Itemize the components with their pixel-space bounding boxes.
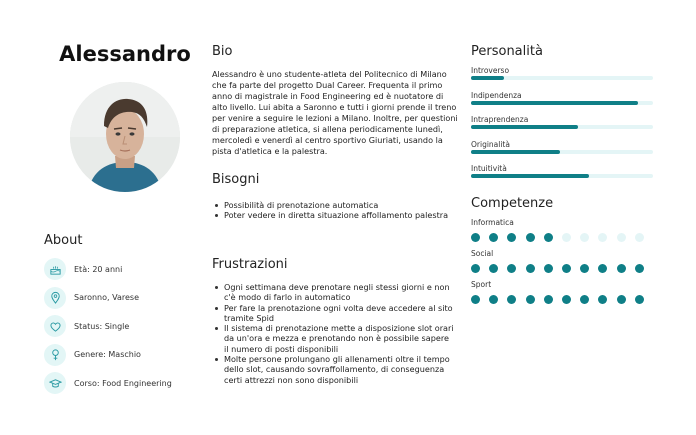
about-list: Età: 20 anni Saronno, Varese Status: Sin… xyxy=(44,255,224,398)
list-item: Possibilità di prenotazione automatica xyxy=(212,200,456,210)
about-item-label: Corso: Food Engineering xyxy=(74,378,172,388)
skill-dot-filled xyxy=(562,264,571,273)
skill-informatica: Informatica xyxy=(471,218,653,249)
frustrations-heading: Frustrazioni xyxy=(212,257,288,272)
personality-traits: Introverso Indipendenza Intraprendenza O… xyxy=(471,66,653,189)
bio-heading: Bio xyxy=(212,44,233,59)
about-item-label: Saronno, Varese xyxy=(74,293,139,303)
list-item: Poter vedere in diretta situazione affol… xyxy=(212,210,456,220)
cake-icon xyxy=(44,258,66,281)
trait-indipendenza: Indipendenza xyxy=(471,91,653,116)
skill-dot-filled xyxy=(471,295,480,304)
trait-track xyxy=(471,100,653,105)
skill-dot-filled xyxy=(543,264,553,273)
about-item-label: Genere: Maschio xyxy=(74,350,141,360)
skill-dot-filled xyxy=(471,264,480,273)
skill-dot-filled xyxy=(525,264,535,273)
skill-dot-filled xyxy=(507,233,517,242)
trait-intuitivita: Intuitività xyxy=(471,164,653,189)
skill-dots xyxy=(471,295,653,304)
skill-social: Social xyxy=(471,249,653,280)
skill-dots xyxy=(471,233,653,242)
skill-dot-empty xyxy=(598,233,608,242)
skill-dot-filled xyxy=(580,295,590,304)
skill-label: Informatica xyxy=(471,218,514,227)
about-item-gender: Genere: Maschio xyxy=(44,341,224,370)
needs-list: Possibilità di prenotazione automatica P… xyxy=(212,200,456,221)
skill-dot-filled xyxy=(598,295,608,304)
skills-heading: Competenze xyxy=(471,196,554,211)
heart-icon xyxy=(44,315,66,338)
trait-fill xyxy=(471,76,504,80)
list-item: Per fare la prenotazione ogni volta deve… xyxy=(212,303,456,324)
trait-track xyxy=(471,76,653,80)
list-item: Molte persone prolungano gli allenamenti… xyxy=(212,354,456,385)
frustrations-list: Ogni settimana deve prenotare negli stes… xyxy=(212,282,456,385)
avatar xyxy=(70,82,180,192)
skill-dot-filled xyxy=(543,233,553,242)
location-pin-icon xyxy=(44,286,66,309)
trait-fill xyxy=(471,149,561,154)
personality-heading: Personalità xyxy=(471,44,543,59)
trait-originalita: Originalità xyxy=(471,140,653,165)
skill-dot-filled xyxy=(489,233,499,242)
trait-intraprendenza: Intraprendenza xyxy=(471,115,653,140)
trait-label: Originalità xyxy=(471,139,510,149)
persona-name: Alessandro xyxy=(59,42,191,66)
trait-label: Intraprendenza xyxy=(471,115,529,124)
about-heading: About xyxy=(44,233,83,248)
trait-track xyxy=(471,149,653,154)
trait-track xyxy=(471,174,653,178)
skill-dot-filled xyxy=(471,233,480,242)
trait-label: Indipendenza xyxy=(471,90,522,100)
about-item-age: Età: 20 anni xyxy=(44,255,224,284)
skill-dot-filled xyxy=(562,295,571,304)
skills-list: Informatica Social Sport xyxy=(471,218,653,311)
portrait-image xyxy=(70,82,180,192)
skill-dot-filled xyxy=(634,264,644,273)
skill-label: Social xyxy=(471,249,494,258)
list-item: Ogni settimana deve prenotare negli stes… xyxy=(212,282,456,303)
skill-dots xyxy=(471,264,653,273)
trait-label: Intuitività xyxy=(471,164,507,173)
trait-fill xyxy=(471,100,639,105)
skill-dot-filled xyxy=(598,264,608,273)
skill-dot-empty xyxy=(634,233,644,242)
about-item-location: Saronno, Varese xyxy=(44,284,224,313)
list-item: Il sistema di prenotazione mette a dispo… xyxy=(212,323,456,354)
skill-dot-filled xyxy=(616,295,626,304)
skill-dot-filled xyxy=(525,295,535,304)
trait-introverso: Introverso xyxy=(471,66,653,91)
skill-dot-filled xyxy=(489,295,499,304)
about-item-status: Status: Single xyxy=(44,312,224,341)
skill-dot-empty xyxy=(580,233,590,242)
bio-text: Alessandro è uno studente-atleta del Pol… xyxy=(212,69,458,156)
skill-dot-empty xyxy=(616,233,626,242)
skill-dot-filled xyxy=(507,295,517,304)
trait-fill xyxy=(471,174,590,178)
skill-dot-filled xyxy=(543,295,553,304)
gender-icon xyxy=(44,343,66,366)
graduation-cap-icon xyxy=(44,372,66,395)
skill-dot-filled xyxy=(580,264,590,273)
about-item-label: Età: 20 anni xyxy=(74,264,123,274)
trait-fill xyxy=(471,125,579,129)
skill-dot-filled xyxy=(616,264,626,273)
skill-label: Sport xyxy=(471,280,492,289)
skill-dot-filled xyxy=(507,264,517,273)
trait-label: Introverso xyxy=(471,66,510,75)
trait-track xyxy=(471,125,653,129)
skill-dot-filled xyxy=(489,264,499,273)
skill-dot-empty xyxy=(562,233,571,242)
skill-dot-filled xyxy=(634,295,644,304)
skill-dot-filled xyxy=(525,233,535,242)
skill-sport: Sport xyxy=(471,280,653,311)
needs-heading: Bisogni xyxy=(212,172,260,187)
about-item-label: Status: Single xyxy=(74,321,130,331)
about-item-course: Corso: Food Engineering xyxy=(44,369,224,398)
